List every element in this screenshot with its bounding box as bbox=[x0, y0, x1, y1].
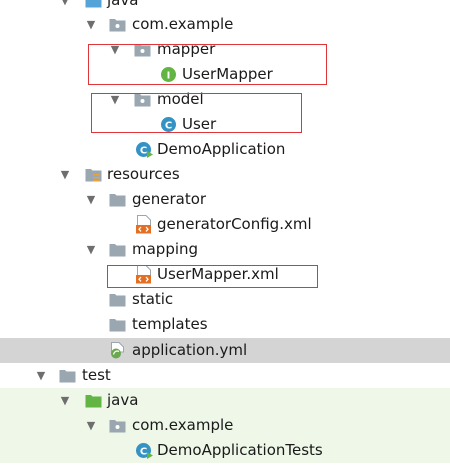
tree-item-label: application.yml bbox=[132, 341, 248, 359]
folder-icon bbox=[109, 244, 126, 257]
collapse-arrow-icon[interactable]: ▼ bbox=[34, 363, 48, 388]
runnable-class-icon: C bbox=[136, 142, 153, 158]
tree-item-demoapplication[interactable]: C DemoApplication bbox=[0, 137, 450, 162]
highlight-box-usermapper-xml bbox=[107, 265, 318, 288]
tree-item-label: com.example bbox=[132, 15, 234, 33]
tree-item-label: static bbox=[132, 290, 174, 308]
tree-item-templates[interactable]: templates bbox=[0, 312, 450, 337]
tree-item-test-com-example[interactable]: ▼ com.example bbox=[0, 413, 450, 438]
tree-item-label: DemoApplication bbox=[157, 140, 286, 158]
collapse-arrow-icon[interactable]: ▼ bbox=[58, 388, 72, 413]
tree-item-label: test bbox=[82, 366, 111, 384]
highlight-box-mapper bbox=[88, 44, 327, 85]
tree-item-application-yml[interactable]: application.yml bbox=[0, 338, 450, 363]
project-tree: ▼ java ▼ com.example ▼ mapper I UserMapp… bbox=[0, 0, 450, 467]
test-source-folder-icon bbox=[85, 395, 102, 408]
tree-item-label: templates bbox=[132, 315, 208, 333]
tree-item-label: java bbox=[107, 391, 139, 409]
class-badge-letter: C bbox=[140, 447, 147, 458]
tree-item-test-java[interactable]: ▼ java bbox=[0, 388, 450, 413]
tree-item-mapping[interactable]: ▼ mapping bbox=[0, 237, 450, 262]
tree-item-label: DemoApplicationTests bbox=[157, 441, 323, 459]
tree-item-generatorconfig-xml[interactable]: generatorConfig.xml bbox=[0, 212, 450, 237]
package-icon bbox=[109, 19, 126, 32]
tree-item-label: generator bbox=[132, 190, 207, 208]
folder-icon bbox=[109, 319, 126, 332]
collapse-arrow-icon[interactable]: ▼ bbox=[84, 12, 98, 37]
collapse-arrow-icon[interactable]: ▼ bbox=[58, 162, 72, 187]
collapse-arrow-icon[interactable]: ▼ bbox=[84, 413, 98, 438]
tree-item-com-example[interactable]: ▼ com.example bbox=[0, 12, 450, 37]
source-folder-icon bbox=[85, 0, 102, 8]
tree-item-label: generatorConfig.xml bbox=[157, 215, 312, 233]
spring-config-icon bbox=[111, 342, 124, 359]
folder-icon bbox=[109, 294, 126, 307]
folder-icon bbox=[59, 370, 76, 383]
tree-item-static[interactable]: static bbox=[0, 287, 450, 312]
collapse-arrow-icon[interactable]: ▼ bbox=[84, 237, 98, 262]
resources-folder-icon bbox=[85, 169, 102, 182]
package-icon bbox=[109, 420, 126, 433]
tree-item-label: mapping bbox=[132, 240, 199, 258]
tree-item-generator[interactable]: ▼ generator bbox=[0, 187, 450, 212]
folder-icon bbox=[109, 194, 126, 207]
xml-file-icon bbox=[136, 215, 151, 234]
class-badge-letter: C bbox=[140, 146, 147, 157]
collapse-arrow-icon[interactable]: ▼ bbox=[84, 187, 98, 212]
tree-item-resources[interactable]: ▼ resources bbox=[0, 162, 450, 187]
tree-item-test[interactable]: ▼ test bbox=[0, 363, 450, 388]
runnable-class-icon: C bbox=[136, 443, 153, 459]
highlight-box-model bbox=[91, 93, 302, 133]
tree-item-label: com.example bbox=[132, 416, 234, 434]
tree-item-label: resources bbox=[107, 165, 180, 183]
tree-item-demoapplicationtests[interactable]: C DemoApplicationTests bbox=[0, 438, 450, 463]
